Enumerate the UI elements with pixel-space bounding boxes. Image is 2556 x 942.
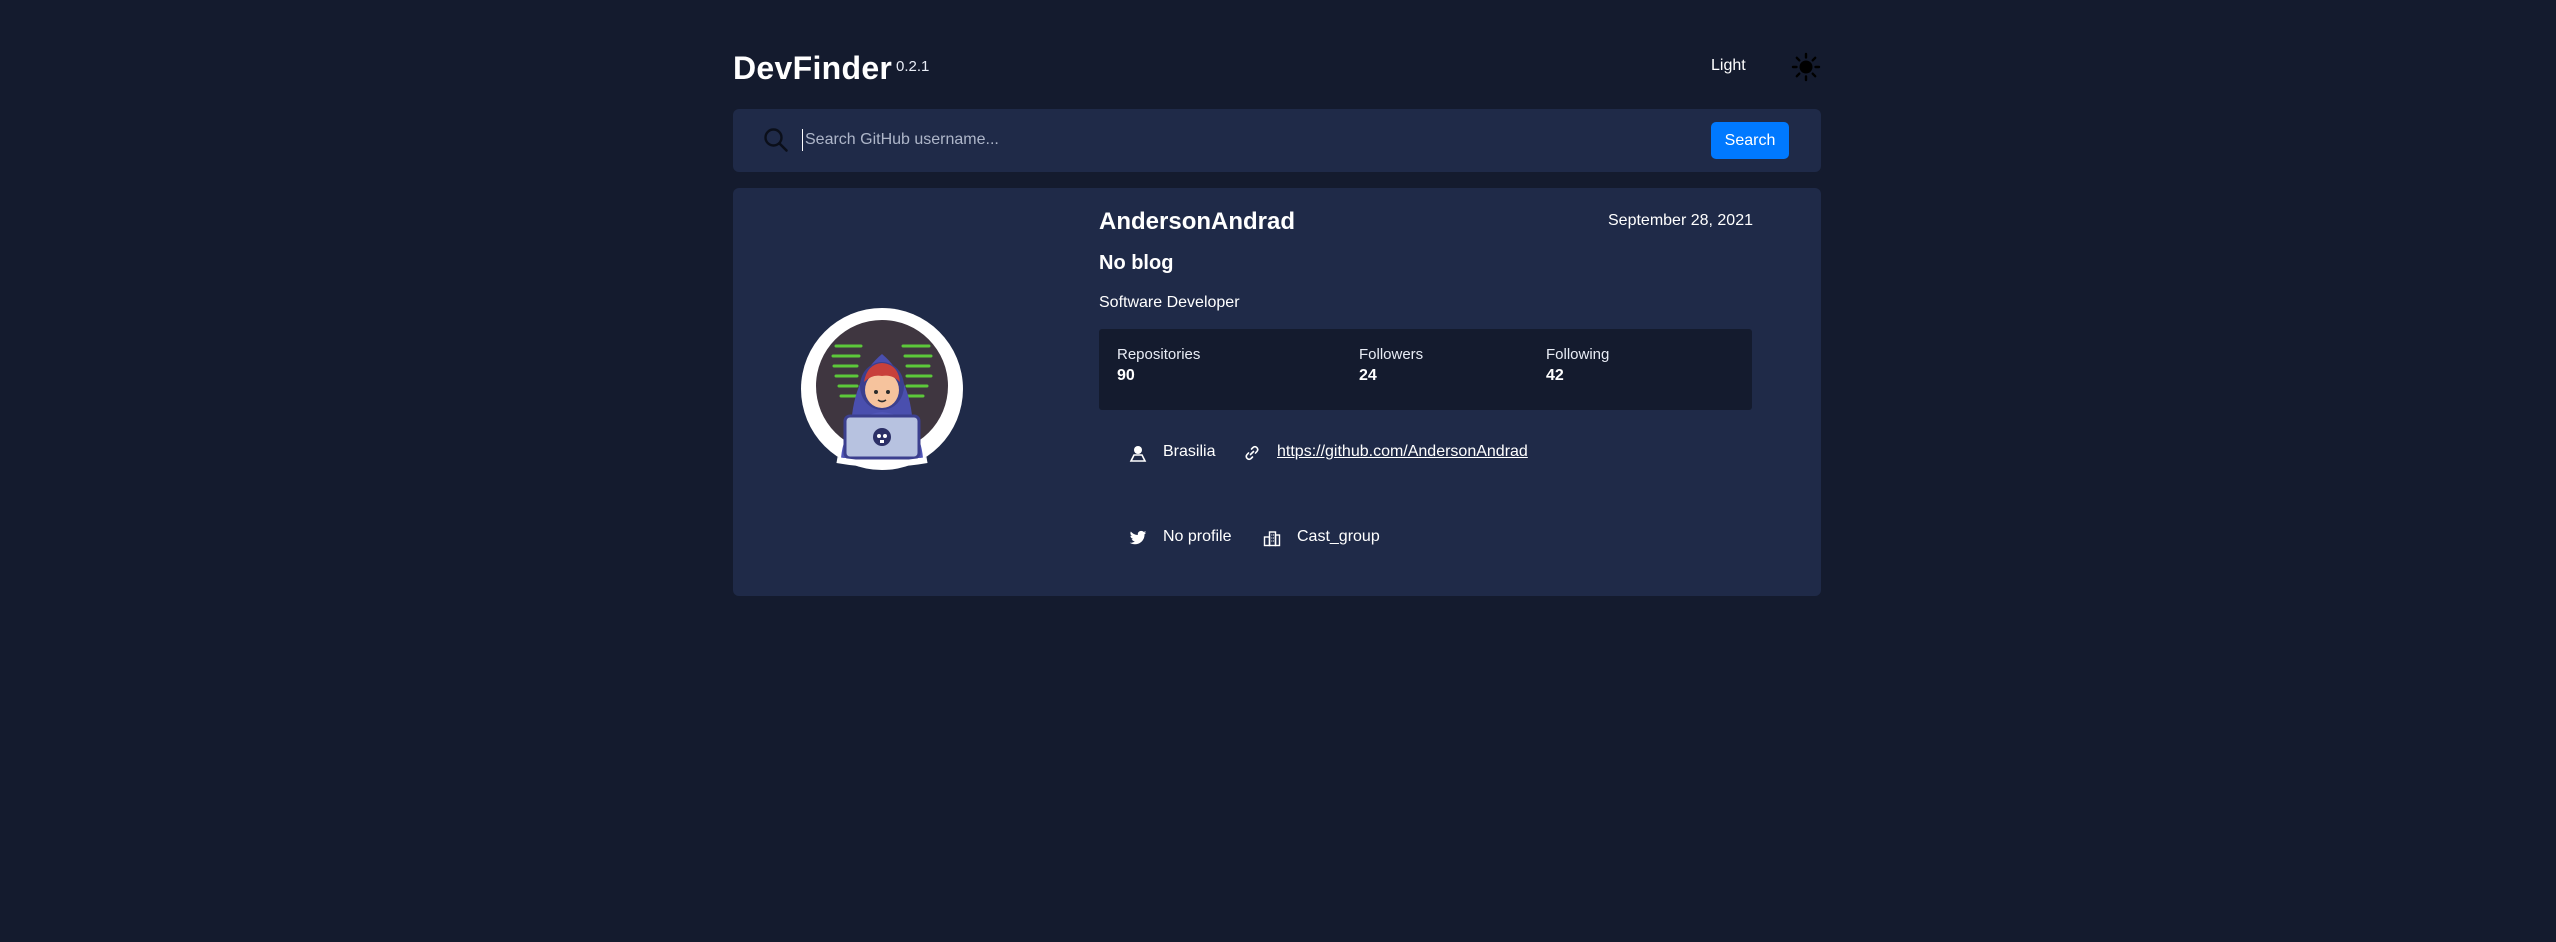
theme-toggle-label: Light	[1711, 57, 1746, 74]
avatar-illustration	[816, 320, 948, 467]
search-button[interactable]: Search	[1711, 122, 1789, 159]
twitter-text: No profile	[1163, 528, 1232, 545]
sun-icon	[1791, 52, 1821, 82]
search-icon	[764, 128, 788, 152]
stat-followers: Followers 24	[1359, 346, 1423, 385]
profile-links-row-2: No profile Cast_group	[1129, 526, 1729, 550]
location-text: Brasilia	[1163, 443, 1216, 460]
profile-bio: Software Developer	[1099, 294, 1240, 311]
profile-twitter: No profile	[1129, 526, 1249, 550]
profile-username: AndersonAndrad	[1099, 208, 1296, 235]
stat-repositories: Repositories 90	[1117, 346, 1200, 385]
stat-following: Following 42	[1546, 346, 1609, 385]
stat-label: Repositories	[1117, 346, 1201, 363]
location-pin-icon	[1129, 446, 1147, 462]
app-title: DevFinder	[733, 50, 893, 86]
stat-value: 90	[1117, 367, 1135, 384]
stat-label: Followers	[1359, 346, 1424, 363]
profile-card: AndersonAndrad September 28, 2021 No blo…	[733, 188, 1821, 596]
stat-value: 24	[1359, 367, 1377, 384]
profile-links-row-1: Brasilia https://github.com/AndersonAndr…	[1129, 441, 1729, 465]
avatar	[801, 308, 963, 470]
building-icon	[1263, 531, 1281, 547]
profile-blog: No blog	[1099, 252, 1174, 274]
stats-panel: Repositories 90 Followers 24 Following 4…	[1099, 329, 1752, 410]
stat-label: Following	[1546, 346, 1610, 363]
app-version: 0.2.1	[896, 58, 930, 75]
theme-toggle-button[interactable]: Light	[1711, 48, 1821, 84]
profile-joined-date: September 28, 2021	[1608, 212, 1753, 229]
company-text: Cast_group	[1297, 528, 1380, 545]
search-input[interactable]	[801, 124, 1681, 156]
text-cursor	[802, 129, 803, 151]
search-bar: Search	[733, 109, 1821, 172]
twitter-icon	[1129, 530, 1147, 545]
profile-company: Cast_group	[1263, 526, 1403, 550]
website-link[interactable]: https://github.com/AndersonAndrad	[1277, 443, 1528, 461]
header: DevFinder 0.2.1 Light	[733, 46, 1821, 90]
link-icon	[1245, 445, 1259, 461]
stat-value: 42	[1546, 367, 1564, 384]
profile-website: https://github.com/AndersonAndrad	[1243, 441, 1563, 465]
profile-location: Brasilia	[1129, 441, 1239, 465]
